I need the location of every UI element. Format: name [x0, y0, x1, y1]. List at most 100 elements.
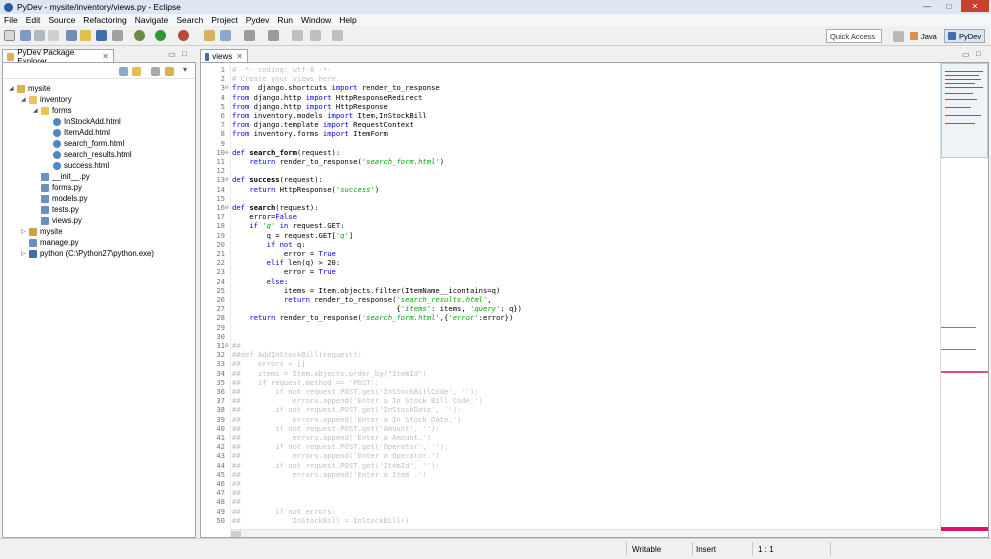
fold-icon[interactable]: ⊖	[225, 175, 231, 184]
code-line[interactable]: 21 error = True	[201, 249, 939, 258]
menu-window[interactable]: Window	[301, 15, 331, 25]
code-line[interactable]: 10 ⊖ def search_form(request):	[201, 148, 939, 157]
code-line[interactable]: 29	[201, 323, 939, 332]
code-line[interactable]: 48 ##	[201, 497, 939, 506]
tree-item[interactable]: ItemAdd.html	[45, 127, 110, 138]
code-line[interactable]: 47 ##	[201, 488, 939, 497]
tree-item[interactable]: ▷ python (C:\Python27\python.exe)	[21, 248, 154, 259]
code-line[interactable]: 6 from inventory.models import Item,InSto…	[201, 111, 939, 120]
code-line[interactable]: 44 ## if not request.POST.get('ItemId', '…	[201, 461, 939, 470]
menu-pydev[interactable]: Pydev	[246, 15, 270, 25]
scroll-left-icon[interactable]	[231, 531, 241, 537]
console-icon[interactable]	[112, 30, 123, 41]
code-line[interactable]: 25 items = Item.objects.filter(ItemName_…	[201, 286, 939, 295]
perspective-java[interactable]: Java	[907, 29, 940, 43]
menu-edit[interactable]: Edit	[26, 15, 41, 25]
next-annotation-icon[interactable]	[244, 30, 255, 41]
code-line[interactable]: 31 ⊖ ##	[201, 341, 939, 350]
code-line[interactable]: 30	[201, 332, 939, 341]
open-perspective-icon[interactable]	[893, 31, 904, 42]
code-line[interactable]: 43 ## errors.append('Enter a Operator.')	[201, 451, 939, 460]
expand-down-icon[interactable]: ◢	[9, 85, 17, 92]
quick-access-input[interactable]: Quick Access	[826, 29, 882, 43]
link-with-editor-icon[interactable]	[132, 67, 141, 76]
new-icon[interactable]	[4, 30, 15, 41]
code-line[interactable]: 33 ## errors = []	[201, 359, 939, 368]
code-line[interactable]: 27 {'items': items, 'query': q})	[201, 304, 939, 313]
code-line[interactable]: 14 return HttpResponse('success')	[201, 185, 939, 194]
close-icon[interactable]: ✕	[236, 52, 243, 61]
tab-package-explorer[interactable]: PyDev Package Explorer ✕	[2, 48, 114, 66]
code-line[interactable]: 5 from django.http import HttpResponse	[201, 102, 939, 111]
code-line[interactable]: 42 ## if not request.POST.get('Operator',…	[201, 442, 939, 451]
code-line[interactable]: 24 else:	[201, 277, 939, 286]
expand-down-icon[interactable]: ◢	[33, 107, 41, 114]
code-line[interactable]: 18 if 'q' in request.GET:	[201, 221, 939, 230]
close-button[interactable]: ✕	[961, 0, 989, 12]
tree-item[interactable]: ◢ mysite	[9, 83, 51, 94]
code-line[interactable]: 23 error = True	[201, 267, 939, 276]
code-area[interactable]: 1 # -*- coding: utf-8 -*- 2 # Create your v…	[201, 65, 939, 531]
package-icon[interactable]	[80, 30, 91, 41]
fold-icon[interactable]: ⊖	[225, 203, 231, 212]
code-line[interactable]: 1 # -*- coding: utf-8 -*-	[201, 65, 939, 74]
horizontal-scrollbar[interactable]	[231, 529, 939, 537]
code-line[interactable]: 49 ## if not errors:	[201, 507, 939, 516]
code-line[interactable]: 8 from inventory.forms import ItemForm	[201, 129, 939, 138]
code-line[interactable]: 19 q = request.GET['q']	[201, 231, 939, 240]
code-line[interactable]: 35 ## if request.method == 'POST':	[201, 378, 939, 387]
menu-run[interactable]: Run	[277, 15, 293, 25]
code-line[interactable]: 2 # Create your views here.	[201, 74, 939, 83]
minimize-view-icon[interactable]: ▭	[168, 50, 176, 59]
tree-item[interactable]: ▷ mysite	[21, 226, 63, 237]
code-line[interactable]: 41 ## errors.append('Enter a Amount.')	[201, 433, 939, 442]
menu-refactoring[interactable]: Refactoring	[83, 15, 126, 25]
python-module-icon[interactable]	[66, 30, 77, 41]
code-line[interactable]: 34 ## items = Item.objects.order_by("Item…	[201, 369, 939, 378]
code-line[interactable]: 39 ## errors.append('Enter a In Stock Dat…	[201, 415, 939, 424]
minimize-button[interactable]: —	[917, 0, 937, 12]
maximize-view-icon[interactable]: □	[182, 49, 187, 58]
expand-right-icon[interactable]: ▷	[21, 250, 29, 257]
menu-navigate[interactable]: Navigate	[135, 15, 169, 25]
print-icon[interactable]	[48, 30, 59, 41]
tree-item[interactable]: success.html	[45, 160, 109, 171]
code-line[interactable]: 20 if not q:	[201, 240, 939, 249]
overview-ruler[interactable]	[940, 63, 988, 537]
code-line[interactable]: 50 ## InStockBill = InStockBill()	[201, 516, 939, 525]
tab-views[interactable]: views ✕	[200, 49, 248, 63]
save-icon[interactable]	[20, 30, 31, 41]
forward-icon[interactable]	[310, 30, 321, 41]
code-line[interactable]: 45 ## errors.append('Enter a Item .')	[201, 470, 939, 479]
fold-icon[interactable]: ⊖	[225, 83, 231, 92]
collapse-all-icon[interactable]	[119, 67, 128, 76]
working-set-icon[interactable]	[165, 67, 174, 76]
menu-project[interactable]: Project	[211, 15, 237, 25]
code-line[interactable]: 13 ⊖ def success(request):	[201, 175, 939, 184]
code-line[interactable]: 4 from django.http import HttpResponseRed…	[201, 93, 939, 102]
code-line[interactable]: 26 return render_to_response('search_res…	[201, 295, 939, 304]
tree-item[interactable]: ◢ forms	[33, 105, 72, 116]
code-line[interactable]: 46 ##	[201, 479, 939, 488]
menu-file[interactable]: File	[4, 15, 18, 25]
tree-item[interactable]: ◢ inventory	[21, 94, 72, 105]
tree-item[interactable]: tests.py	[33, 204, 79, 215]
tree-item[interactable]: InStockAdd.html	[45, 116, 121, 127]
fold-icon[interactable]: ⊖	[225, 148, 231, 157]
run-icon[interactable]	[155, 30, 166, 41]
back-icon[interactable]	[292, 30, 303, 41]
code-line[interactable]: 3 ⊖ from django.shortcuts import render_to…	[201, 83, 939, 92]
tree-item[interactable]: views.py	[33, 215, 82, 226]
django-icon[interactable]	[96, 30, 107, 41]
error-marker[interactable]	[941, 527, 988, 531]
expand-right-icon[interactable]: ▷	[21, 228, 29, 235]
tree-item[interactable]: search_form.html	[45, 138, 124, 149]
external-tools-icon[interactable]	[178, 30, 189, 41]
menu-help[interactable]: Help	[339, 15, 356, 25]
code-line[interactable]: 15	[201, 194, 939, 203]
code-line[interactable]: 22 elif len(q) > 20:	[201, 258, 939, 267]
tree-item[interactable]: forms.py	[33, 182, 82, 193]
save-all-icon[interactable]	[34, 30, 45, 41]
filter-icon[interactable]	[151, 67, 160, 76]
code-line[interactable]: 37 ## errors.append('Enter a In Stock Bil…	[201, 396, 939, 405]
